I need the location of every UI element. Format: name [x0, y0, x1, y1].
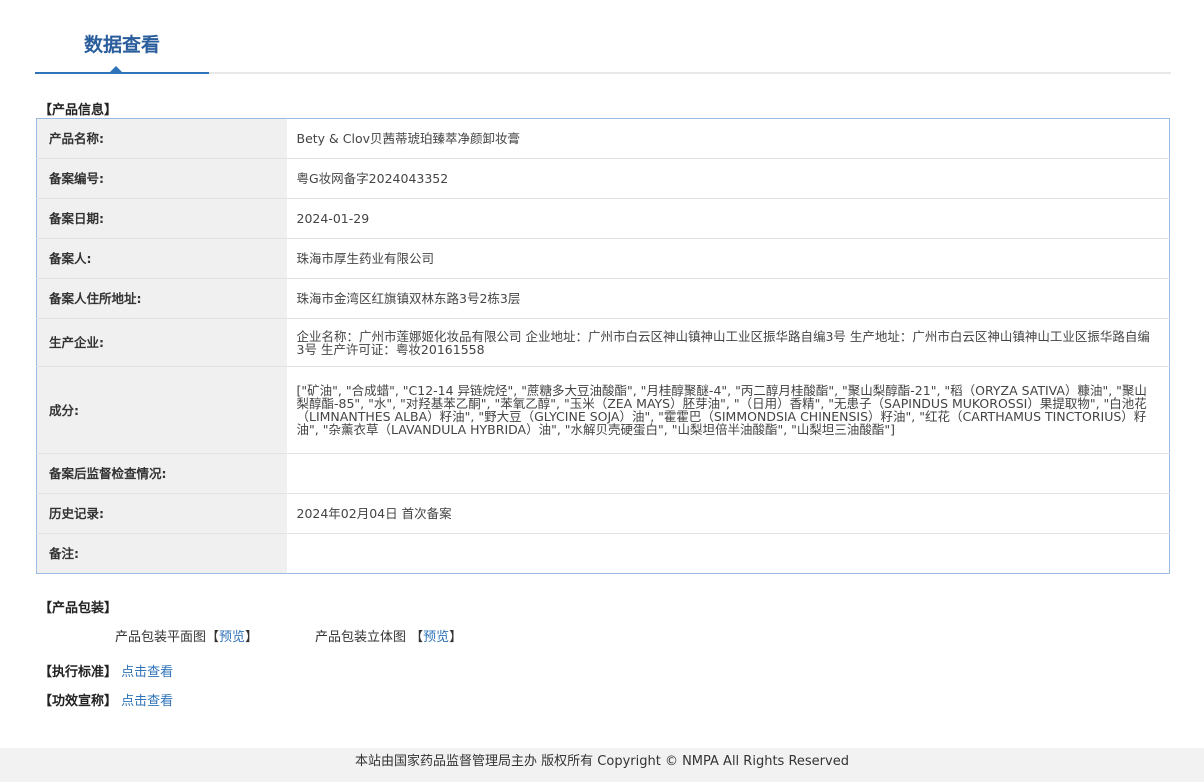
tab-bar: 数据查看	[35, 0, 1171, 74]
packaging-3d-preview-link[interactable]: 预览	[423, 630, 449, 645]
packaging-title: 【产品包装】	[39, 601, 118, 616]
row-key: 成分:	[36, 366, 287, 454]
packaging-flat: 产品包装平面图【预览】	[115, 626, 258, 645]
standard-view-link[interactable]: 点击查看	[121, 665, 173, 680]
row-key: 历史记录:	[36, 493, 287, 534]
table-row: 历史记录: 2024年02月04日 首次备案	[36, 493, 1170, 534]
row-value: 珠海市厚生药业有限公司	[286, 238, 1170, 279]
row-key: 备案日期:	[36, 198, 287, 239]
tab-label: 数据查看	[83, 34, 160, 56]
table-row: 备注:	[36, 533, 1170, 574]
row-value: 粤G妆网备字2024043352	[286, 158, 1170, 199]
product-info-title: 【产品信息】	[39, 103, 118, 118]
packaging-flat-bracket: 】	[245, 630, 259, 645]
row-value	[286, 453, 1170, 494]
standard-row: 【执行标准】 点击查看	[39, 661, 173, 680]
efficacy-view-link[interactable]: 点击查看	[121, 694, 173, 709]
packaging-flat-preview-link[interactable]: 预览	[219, 630, 245, 645]
row-key: 备案人:	[36, 238, 287, 279]
efficacy-label: 【功效宣称】	[39, 694, 118, 709]
row-value: 珠海市金湾区红旗镇双林东路3号2栋3层	[286, 278, 1170, 319]
row-key: 产品名称:	[36, 118, 287, 159]
product-info-table: 产品名称: Bety & Clov贝茜蒂琥珀臻萃净颜卸妆膏 备案编号: 粤G妆网…	[36, 118, 1170, 574]
table-row: 备案人住所地址: 珠海市金湾区红旗镇双林东路3号2栋3层	[36, 278, 1170, 319]
footer: 本站由国家药品监督管理局主办 版权所有 Copyright © NMPA All…	[0, 748, 1204, 782]
row-key: 生产企业:	[36, 318, 287, 367]
row-value: Bety & Clov贝茜蒂琥珀臻萃净颜卸妆膏	[286, 118, 1170, 159]
page: 数据查看 【产品信息】 产品名称: Bety & Clov贝茜蒂琥珀臻萃净颜卸妆…	[3, 0, 1201, 748]
row-key: 备案后监督检查情况:	[36, 453, 287, 494]
standard-label: 【执行标准】	[39, 665, 118, 680]
row-value: 2024-01-29	[286, 198, 1170, 239]
efficacy-row: 【功效宣称】 点击查看	[39, 690, 173, 709]
row-value: 2024年02月04日 首次备案	[286, 493, 1170, 534]
row-value: ["矿油", "合成蜡", "C12-14 异链烷烃", "蔗糖多大豆油酸酯",…	[286, 366, 1170, 454]
table-row: 成分: ["矿油", "合成蜡", "C12-14 异链烷烃", "蔗糖多大豆油…	[36, 366, 1170, 454]
table-row: 备案人: 珠海市厚生药业有限公司	[36, 238, 1170, 279]
row-value: 企业名称：广州市莲娜姬化妆品有限公司 企业地址：广州市白云区神山镇神山工业区振华…	[286, 318, 1170, 367]
table-row: 产品名称: Bety & Clov贝茜蒂琥珀臻萃净颜卸妆膏	[36, 118, 1170, 159]
footer-copyright: 本站由国家药品监督管理局主办 版权所有 Copyright © NMPA All…	[355, 754, 849, 769]
packaging-3d-bracket: 】	[449, 630, 463, 645]
tab-active-caret-icon	[110, 66, 122, 72]
row-key: 备注:	[36, 533, 287, 574]
table-row: 生产企业: 企业名称：广州市莲娜姬化妆品有限公司 企业地址：广州市白云区神山镇神…	[36, 318, 1170, 367]
table-row: 备案日期: 2024-01-29	[36, 198, 1170, 239]
row-key: 备案编号:	[36, 158, 287, 199]
tab-data-view[interactable]: 数据查看	[35, 0, 209, 74]
packaging-flat-label: 产品包装平面图【	[115, 630, 220, 645]
packaging-3d-label: 产品包装立体图 【	[315, 630, 424, 645]
row-key: 备案人住所地址:	[36, 278, 287, 319]
packaging-3d: 产品包装立体图 【预览】	[315, 626, 462, 645]
row-value	[286, 533, 1170, 574]
table-row: 备案后监督检查情况:	[36, 453, 1170, 494]
table-row: 备案编号: 粤G妆网备字2024043352	[36, 158, 1170, 199]
